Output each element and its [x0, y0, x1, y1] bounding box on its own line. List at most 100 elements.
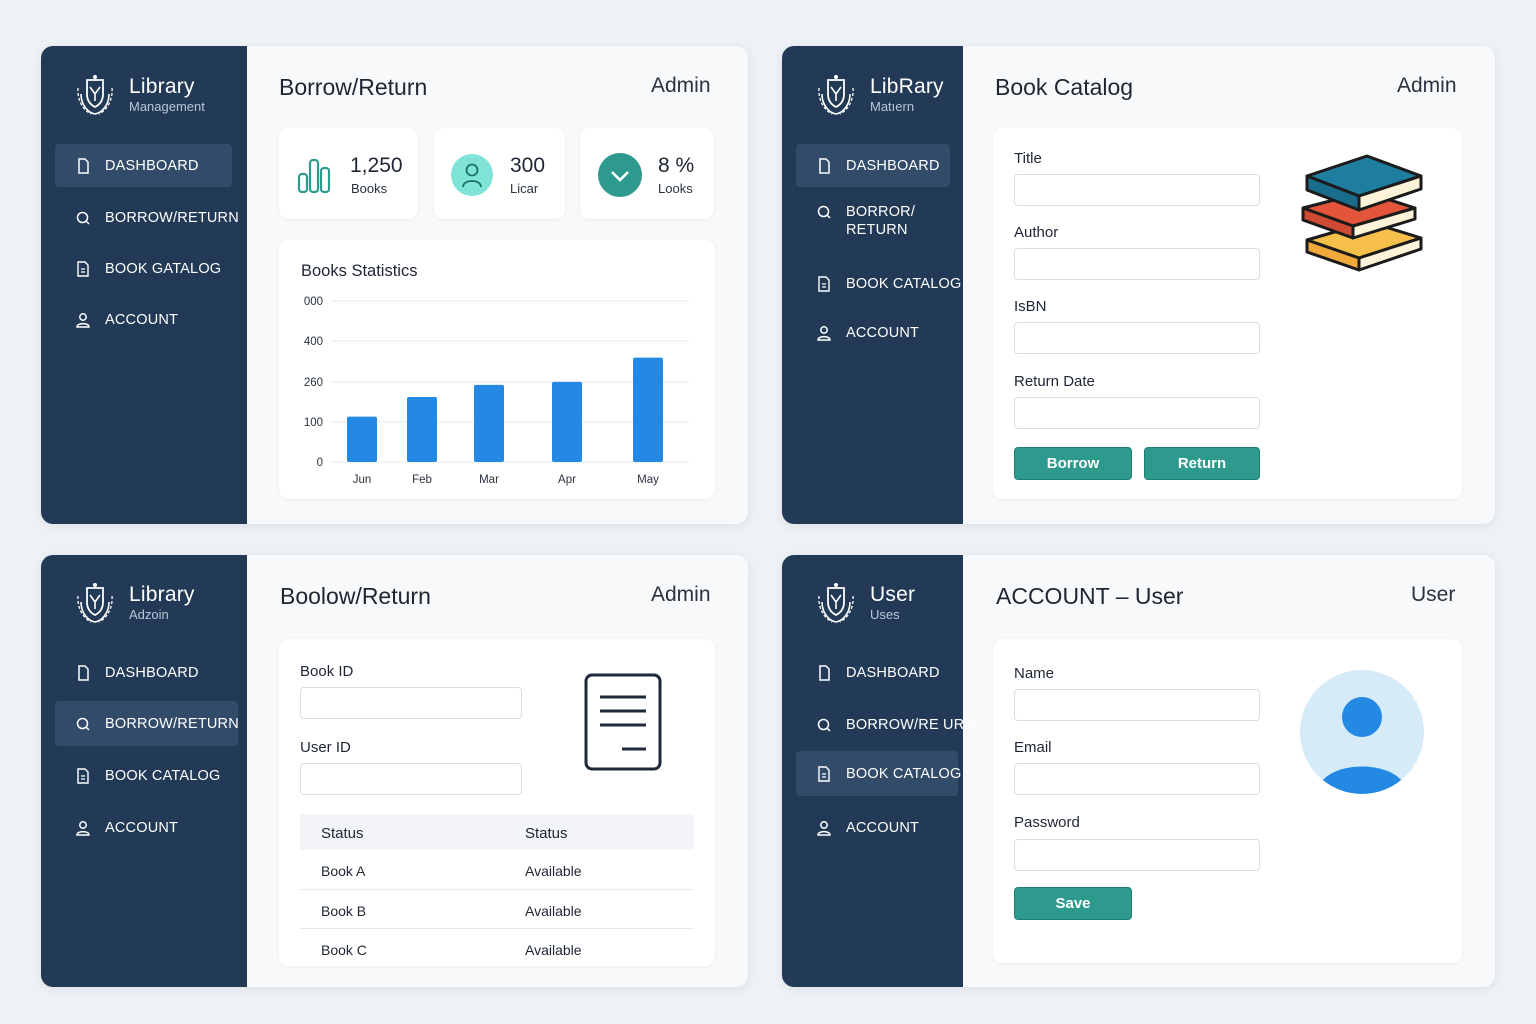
return-date-label: Return Date [1014, 373, 1095, 390]
bar-mar[interactable] [474, 384, 504, 462]
sidebar-item-dashboard[interactable]: DASHBOARD [55, 651, 199, 694]
sidebar-item-account[interactable]: ACCOUNT [55, 806, 178, 849]
sidebar-item-borrow-return[interactable]: BORROW/RE URN [796, 703, 975, 746]
table-row[interactable]: Book B Available [300, 889, 694, 928]
user-id-label: User ID [300, 739, 351, 756]
sidebar-item-book-catalog[interactable]: BOOK CATALOG [55, 754, 220, 797]
borrow-button[interactable]: Borrow [1014, 447, 1132, 480]
y-tick-label: 0 [317, 457, 323, 469]
page-icon [78, 664, 89, 681]
brand-logo: Library Management [73, 72, 205, 116]
name-input[interactable] [1014, 689, 1260, 721]
sidebar: User Uses DASHBOARD BORROW/RE URN BOOK C… [782, 555, 975, 987]
sidebar-item-label: BOOK CATALOG [846, 275, 962, 292]
table-row[interactable]: Book A Available [300, 850, 694, 889]
brand-logo: Library Adzoin [73, 580, 195, 624]
sidebar-item-borrow-return[interactable]: BORROW/RETURN [55, 701, 239, 746]
x-tick-label: Jun [353, 474, 372, 486]
sidebar: Library Adzoin DASHBOARD BORROW/RETURN B… [41, 555, 247, 987]
sidebar-item-book-catalog[interactable]: BOOK CATALOG [796, 751, 962, 796]
sidebar-item-account[interactable]: ACCOUNT [796, 311, 919, 354]
stat-value: 1,250 [350, 154, 403, 177]
isbn-label: IsBN [1014, 298, 1047, 315]
title-input[interactable] [1014, 174, 1260, 206]
chart-card: Books Statistics 0 100 260 400 000 Jun Feb Mar A… [279, 240, 715, 499]
status-table: Status Status Book A Available Book B Av… [300, 814, 694, 966]
page-icon [78, 157, 89, 174]
sidebar-item-label: ACCOUNT [846, 819, 920, 836]
user-icon [76, 312, 90, 328]
sidebar-item-label: BOOK CATALOG [105, 767, 221, 784]
user-role: Admin [651, 74, 711, 97]
page-title: ACCOUNT – User [996, 583, 1183, 610]
isbn-input[interactable] [1014, 322, 1260, 354]
user-icon [817, 325, 831, 341]
library-emblem-icon [76, 74, 114, 115]
brand-logo: LibRary Matıern [814, 72, 944, 116]
sidebar-item-dashboard[interactable]: DASHBOARD [796, 144, 950, 187]
sidebar-item-dashboard[interactable]: DASHBOARD [55, 144, 232, 187]
document-list-icon [584, 673, 662, 771]
sidebar-item-account[interactable]: ACCOUNT [55, 298, 178, 341]
stat-card-users: 300 Licar [434, 128, 565, 219]
sidebar-item-book-catalog[interactable]: BOOK CATALOG [796, 262, 961, 305]
sidebar-item-label: BORROW/RETURN [105, 209, 239, 226]
document-icon [818, 275, 830, 292]
user-icon [817, 820, 831, 836]
panel-borrow-return-dashboard: Library Management DASHBOARD BORROW/RETU… [41, 46, 748, 524]
account-form-card: Name Email Password Save [993, 639, 1462, 963]
x-tick-label: Apr [558, 474, 576, 486]
user-role: Admin [1397, 74, 1457, 97]
sidebar-item-label: BOOK CATALOG [846, 765, 962, 782]
bar-apr[interactable] [552, 381, 582, 462]
return-button[interactable]: Return [1144, 447, 1260, 480]
y-tick-label: 400 [304, 336, 323, 348]
bar-feb[interactable] [407, 396, 437, 462]
return-date-input[interactable] [1014, 397, 1260, 429]
main-content: ACCOUNT – User User Name Email Password … [963, 555, 1495, 987]
author-label: Author [1014, 224, 1059, 241]
stat-value: 300 [510, 154, 546, 177]
user-avatar-icon [1300, 670, 1424, 794]
author-input[interactable] [1014, 248, 1260, 280]
brand-logo: User Uses [814, 580, 915, 624]
library-emblem-icon [817, 582, 855, 623]
sidebar: LibRary Matıern DASHBOARD BORROR/ RETURN… [782, 46, 963, 524]
save-button[interactable]: Save [1014, 887, 1132, 920]
status-cell: Available [525, 942, 582, 958]
name-label: Name [1014, 665, 1055, 682]
panel-borrow-return-form: Library Adzoin DASHBOARD BORROW/RETURN B… [41, 555, 748, 987]
book-id-input[interactable] [300, 687, 522, 719]
y-tick-label: 260 [304, 377, 323, 389]
borrow-form-card: Book ID User ID Status Status Book A Ava… [279, 639, 715, 966]
search-icon [817, 205, 831, 219]
stat-card-books: 1,250 Books [279, 128, 418, 219]
bar-jun[interactable] [347, 416, 377, 462]
sidebar-item-book-catalog[interactable]: BOOK GATALOG [55, 247, 221, 290]
sidebar-item-label: ACCOUNT [105, 819, 179, 836]
x-tick-label: May [637, 474, 659, 486]
page-icon [819, 157, 830, 174]
user-avatar-icon [451, 154, 493, 196]
page-title-separator: – [1109, 583, 1135, 609]
sidebar-item-dashboard[interactable]: DASHBOARD [796, 651, 940, 694]
page-title: Book Catalog [995, 74, 1134, 100]
bar-may[interactable] [633, 357, 663, 462]
check-circle-icon [598, 153, 642, 197]
user-role: Admin [651, 583, 711, 606]
page-title: Boolow/Return [280, 583, 431, 609]
table-header: Status Status [300, 814, 694, 850]
search-icon [76, 717, 90, 731]
page-title-suffix: User [1134, 583, 1184, 609]
sidebar-item-label: ACCOUNT [846, 324, 920, 341]
library-emblem-icon [76, 582, 114, 623]
sidebar-item-borrow-return[interactable]: BORROW/RETURN [55, 196, 239, 239]
sidebar-item-account[interactable]: ACCOUNT [796, 806, 919, 849]
password-input[interactable] [1014, 839, 1260, 871]
email-input[interactable] [1014, 763, 1260, 795]
y-tick-label: 000 [304, 296, 323, 308]
table-row[interactable]: Book C Available [300, 928, 694, 967]
sidebar-item-borrow-return[interactable]: BORROR/ RETURN [796, 203, 915, 253]
user-id-input[interactable] [300, 763, 522, 795]
brand-subtitle: Matıern [870, 98, 915, 114]
